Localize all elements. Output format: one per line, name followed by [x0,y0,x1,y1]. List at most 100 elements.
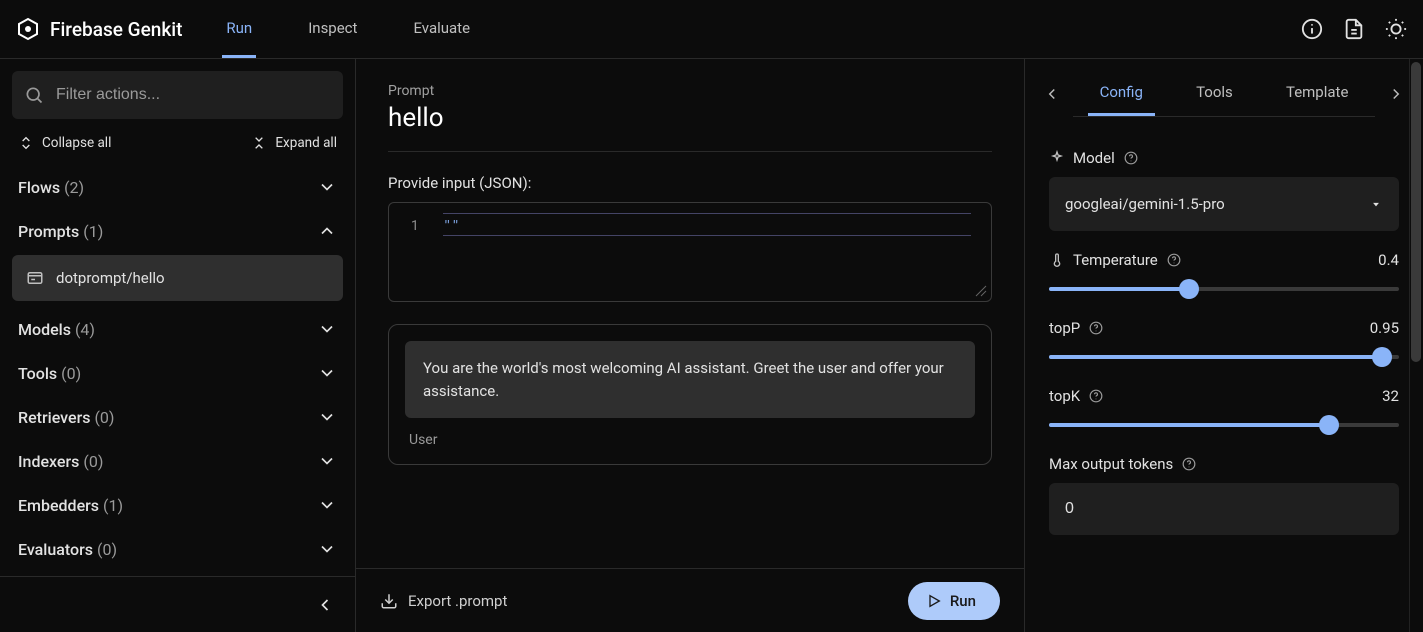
prompt-message-card: You are the world's most welcoming AI as… [388,324,992,465]
filter-actions-input[interactable] [56,86,331,104]
run-button-label: Run [950,592,976,610]
section-flows[interactable]: Flows (2) [12,165,343,209]
section-models-label: Models [18,320,71,339]
download-icon [380,592,398,610]
tab-run[interactable]: Run [222,0,256,58]
collapse-expand-row: Collapse all Expand all [12,131,343,165]
max-tokens-input[interactable] [1049,483,1399,535]
json-input-editor[interactable]: 1 "" [388,202,992,302]
breadcrumb: Prompt [388,83,992,99]
section-embedders-count: (1) [103,496,123,515]
brand: Firebase Genkit [16,17,182,41]
section-indexers[interactable]: Indexers (0) [12,439,343,483]
topbar-actions [1301,18,1407,40]
export-prompt-button[interactable]: Export .prompt [380,592,507,610]
page-title: hello [388,103,992,152]
section-models-count: (4) [75,320,95,339]
help-icon[interactable] [1166,252,1182,268]
collapse-icon [18,135,34,151]
dropdown-arrow-icon [1369,197,1383,211]
section-tools-label: Tools [18,364,57,383]
chevron-down-icon [317,363,337,383]
brand-logo-icon [16,17,40,41]
top-p-value: 0.95 [1370,319,1399,337]
export-prompt-label: Export .prompt [408,592,507,610]
chevron-down-icon [317,407,337,427]
section-retrievers[interactable]: Retrievers (0) [12,395,343,439]
tab-inspect[interactable]: Inspect [304,0,361,58]
play-icon [926,593,942,609]
temperature-value: 0.4 [1378,251,1399,269]
prompt-message-role: User [405,432,975,448]
brand-title: Firebase Genkit [50,18,182,41]
section-evaluators-count: (0) [97,540,117,559]
temperature-slider[interactable] [1049,279,1399,299]
resize-handle-icon[interactable] [973,283,987,297]
section-flows-label: Flows [18,178,60,197]
chevron-down-icon [317,319,337,339]
section-retrievers-label: Retrievers [18,408,90,427]
theme-toggle-icon[interactable] [1385,18,1407,40]
rtab-config[interactable]: Config [1088,71,1155,116]
collapse-all-label: Collapse all [42,135,111,151]
max-tokens-label: Max output tokens [1049,455,1173,473]
chevron-down-icon [317,495,337,515]
model-select-value: googleai/gemini-1.5-pro [1065,195,1225,213]
chevron-down-icon [317,451,337,471]
help-icon[interactable] [1088,320,1104,336]
model-label: Model [1073,149,1115,167]
scrollbar-thumb[interactable] [1411,62,1421,362]
rtab-tools[interactable]: Tools [1184,71,1245,116]
code-line-number: 1 [389,215,425,234]
section-embedders[interactable]: Embedders (1) [12,483,343,527]
section-prompts-count: (1) [83,222,103,241]
sparkle-icon [1049,150,1065,166]
section-evaluators[interactable]: Evaluators (0) [12,527,343,571]
model-select[interactable]: googleai/gemini-1.5-pro [1049,177,1399,231]
sidebar-item-dotprompt-hello[interactable]: dotprompt/hello [12,255,343,301]
search-icon [24,85,44,105]
document-icon[interactable] [1343,18,1365,40]
section-prompts-label: Prompts [18,222,79,241]
main-content: Prompt hello Provide input (JSON): 1 "" … [356,59,1025,632]
chevron-up-icon [317,221,337,241]
sidebar: Collapse all Expand all Flows (2) Prompt… [0,59,356,632]
help-icon[interactable] [1088,388,1104,404]
collapse-all-button[interactable]: Collapse all [18,135,111,151]
section-retrievers-count: (0) [94,408,114,427]
section-prompts[interactable]: Prompts (1) [12,209,343,253]
section-evaluators-label: Evaluators [18,540,93,559]
tab-evaluate[interactable]: Evaluate [409,0,474,58]
tabs-scroll-right[interactable] [1383,81,1409,107]
rtab-template[interactable]: Template [1274,71,1360,116]
tabs-scroll-left[interactable] [1039,81,1065,107]
expand-all-button[interactable]: Expand all [251,135,337,151]
chevron-down-icon [317,177,337,197]
config-tabs: Config Tools Template [1073,71,1375,117]
section-models[interactable]: Models (4) [12,307,343,351]
code-content[interactable]: "" [443,213,971,236]
config-panel: Config Tools Template Model googl [1025,59,1423,632]
filter-actions-field[interactable] [12,71,343,119]
info-icon[interactable] [1301,18,1323,40]
top-k-slider[interactable] [1049,415,1399,435]
section-flows-count: (2) [64,178,84,197]
prompt-icon [26,269,44,287]
top-p-slider[interactable] [1049,347,1399,367]
main-footer: Export .prompt Run [356,568,1024,632]
sidebar-footer [0,576,355,632]
expand-all-label: Expand all [275,135,337,151]
help-icon[interactable] [1181,456,1197,472]
topbar: Firebase Genkit Run Inspect Evaluate [0,0,1423,59]
top-p-label: topP [1049,319,1080,337]
section-indexers-count: (0) [83,452,103,471]
help-icon[interactable] [1123,150,1139,166]
top-k-value: 32 [1382,387,1399,405]
sidebar-item-label: dotprompt/hello [56,269,165,287]
section-embedders-label: Embedders [18,496,99,515]
section-tools[interactable]: Tools (0) [12,351,343,395]
top-k-label: topK [1049,387,1080,405]
run-button[interactable]: Run [908,582,1000,620]
temperature-label: Temperature [1073,251,1158,269]
sidebar-collapse-button[interactable] [315,595,335,615]
